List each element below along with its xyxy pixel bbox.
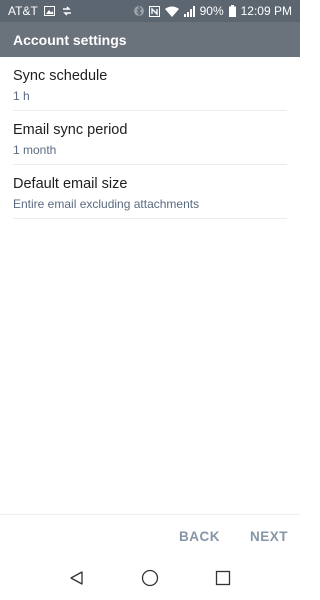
setting-default-email-size[interactable]: Default email size Entire email excludin… [0,165,300,219]
footer-actions: BACK NEXT [0,520,300,552]
setting-email-sync-period[interactable]: Email sync period 1 month [0,111,300,165]
recents-nav-button[interactable] [208,563,238,593]
setting-sync-schedule[interactable]: Sync schedule 1 h [0,57,300,111]
carrier-label: AT&T [8,4,38,18]
back-button[interactable]: BACK [179,529,220,544]
status-left: AT&T [8,4,73,18]
battery-icon [228,5,236,17]
square-recents-icon [216,570,231,586]
next-button[interactable]: NEXT [250,529,288,544]
back-nav-button[interactable] [62,563,92,593]
circle-home-icon [141,569,159,587]
nfc-icon [148,5,160,17]
wifi-icon [164,6,179,17]
sync-notification-icon [61,5,73,17]
navigation-bar [0,556,300,600]
status-right: 90% 12:09 PM [133,4,292,18]
home-nav-button[interactable] [135,563,165,593]
settings-list: Sync schedule 1 h Email sync period 1 mo… [0,57,300,219]
triangle-back-icon [70,571,83,585]
setting-value: Entire email excluding attachments [13,197,200,211]
image-notification-icon [43,6,55,16]
bluetooth-icon [133,5,144,17]
page-title: Account settings [13,31,127,48]
app-bar: Account settings [0,22,300,57]
setting-title: Sync schedule [13,68,108,84]
battery-percent: 90% [199,4,224,18]
setting-title: Default email size [13,176,128,192]
footer-divider [0,514,300,515]
setting-value: 1 h [13,89,30,103]
setting-value: 1 month [13,143,57,157]
status-bar: AT&T 90% 12:09 PM [0,0,300,22]
clock: 12:09 PM [240,4,292,18]
signal-icon [183,5,195,17]
setting-title: Email sync period [13,122,128,138]
